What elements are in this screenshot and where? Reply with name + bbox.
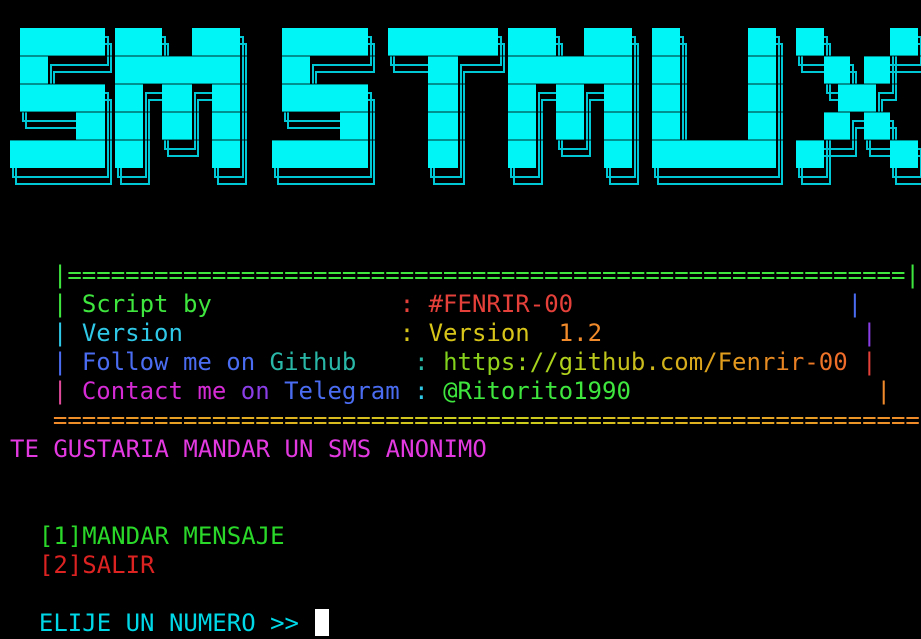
info-box-bottom-border: ========================================… bbox=[24, 377, 920, 434]
menu-key: [2] bbox=[38, 551, 83, 579]
info-row-telegram: | Contact me on Telegram : @Ritorito1990… bbox=[24, 348, 891, 405]
question-text: TE GUSTARIA MANDAR UN SMS ANONIMO bbox=[10, 435, 487, 463]
menu-item-exit[interactable]: [2]SALIR bbox=[10, 522, 155, 579]
smstmux-banner-logo bbox=[0, 28, 921, 185]
info-box-top-border: |=======================================… bbox=[24, 232, 920, 289]
terminal-cursor[interactable] bbox=[315, 609, 330, 636]
menu-item-send-message[interactable]: [1]MANDAR MENSAJE bbox=[10, 493, 285, 550]
info-row-version: | Version : Version 1.2 | bbox=[24, 290, 877, 347]
info-row-script-by: | Script by : #FENRIR-00 | bbox=[24, 261, 862, 318]
menu-label: SALIR bbox=[82, 551, 155, 579]
info-row-github: | Follow me on Github : https://github.c… bbox=[24, 319, 877, 376]
prompt-text: ELIJE UN NUMERO >> bbox=[38, 609, 314, 637]
border-bottom-text: ========================================… bbox=[52, 406, 920, 434]
input-prompt[interactable]: ELIJE UN NUMERO >> bbox=[10, 580, 330, 637]
